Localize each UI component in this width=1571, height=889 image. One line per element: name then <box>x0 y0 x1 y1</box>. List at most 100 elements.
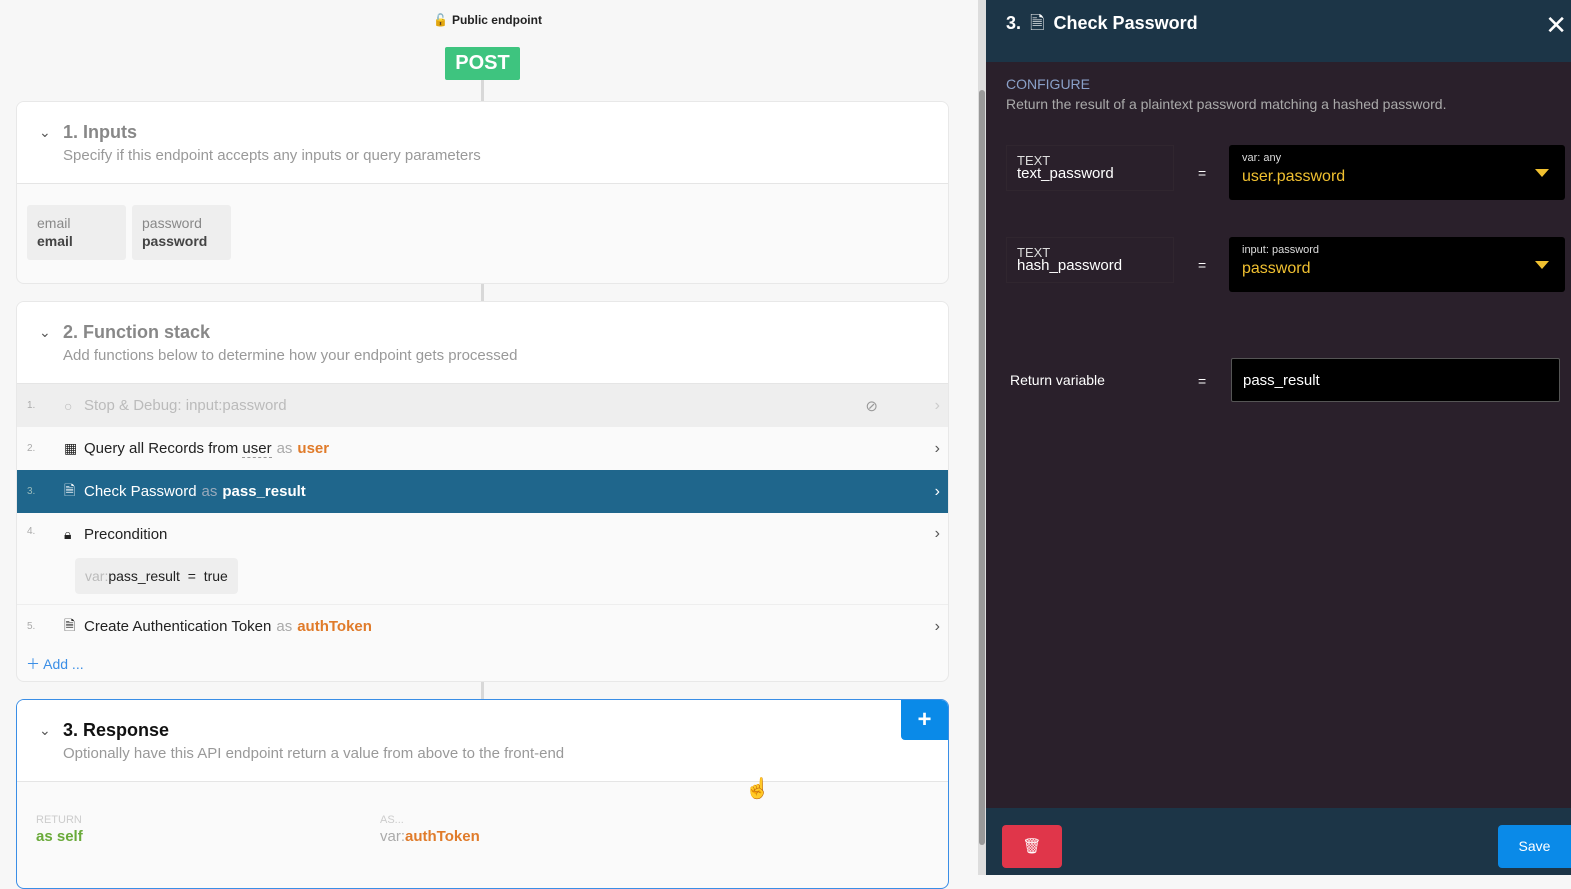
function-file-icon: 🗎 <box>64 616 76 633</box>
cond-prefix: var: <box>85 568 109 584</box>
precondition-expression[interactable]: var:pass_result = true <box>75 558 238 594</box>
text-password-select[interactable]: var: any user.password <box>1229 145 1565 200</box>
add-response-button[interactable]: + <box>901 700 948 740</box>
scrollbar-thumb[interactable] <box>979 90 985 845</box>
item-number: 5. <box>27 621 36 632</box>
chevron-down-icon[interactable]: ⌄ <box>39 722 51 739</box>
hand-cursor-icon: ☝ <box>745 778 770 800</box>
stack-item-5[interactable]: 5. 🗎 Create Authentication Token as authT… <box>17 605 948 648</box>
inputs-title: 1. Inputs <box>63 122 138 142</box>
unlock-icon: 🔓 <box>433 13 448 27</box>
scrollbar-track[interactable] <box>978 0 986 875</box>
input-type: email <box>37 215 71 231</box>
add-label: Add ... <box>43 656 84 672</box>
plus-icon: ＋ <box>26 656 40 672</box>
item-number: 2. <box>27 443 36 454</box>
as-label: as <box>276 618 293 635</box>
chevron-right-icon: › <box>934 439 940 457</box>
function-stack-header[interactable]: ⌄ 2. Function stack Add functions below … <box>17 302 948 384</box>
input-name: email <box>37 233 73 249</box>
stack-item-1[interactable]: 1. ○ Stop & Debug: input:password ⊘ › <box>17 384 948 427</box>
lock-icon: 🔒︎ <box>64 526 72 542</box>
chevron-right-icon: › <box>934 396 940 414</box>
return-variable-input[interactable] <box>1231 358 1560 402</box>
equals: = <box>1198 165 1207 181</box>
item-number: 3. <box>27 486 36 497</box>
input-chip-password[interactable]: password password <box>132 205 231 260</box>
param-text-password: TEXT text_password <box>1006 145 1174 191</box>
equals: = <box>1198 257 1207 273</box>
param-name: hash_password <box>1017 257 1123 274</box>
input-name: password <box>142 233 208 249</box>
trash-icon: 🗑 <box>1022 838 1042 855</box>
panel-header: 3. 🗎 Check Password ✕ <box>986 0 1571 62</box>
hash-password-select[interactable]: input: password password <box>1229 237 1565 292</box>
param-value: password <box>1242 260 1311 277</box>
input-chip-email[interactable]: email email <box>27 205 126 260</box>
chevron-down-icon[interactable]: ⌄ <box>39 124 51 141</box>
item-label: Stop & Debug: input:password <box>84 397 287 414</box>
panel-footer: 🗑 Save <box>986 808 1571 875</box>
function-panel: 3. 🗎 Check Password ✕ CONFIGURE Return t… <box>986 0 1571 875</box>
circle-icon: ○ <box>64 397 73 414</box>
cond-op: = <box>187 568 196 584</box>
save-button[interactable]: Save <box>1498 825 1571 868</box>
item-label: Create Authentication Token <box>84 618 272 635</box>
caret-down-icon <box>1535 169 1549 177</box>
connector <box>481 682 484 699</box>
stack-item-4[interactable]: 4. 🔒︎ Precondition › var:pass_result = t… <box>17 513 948 605</box>
alias: user <box>297 440 330 457</box>
alias: authToken <box>297 618 372 635</box>
param-source: var: any <box>1242 152 1282 164</box>
chevron-down-icon[interactable]: ⌄ <box>39 324 51 341</box>
item-label: Precondition <box>84 526 168 543</box>
add-function-button[interactable]: ＋ Add ... <box>26 654 84 674</box>
configure-heading: CONFIGURE <box>1006 76 1090 92</box>
inputs-subtitle: Specify if this endpoint accepts any inp… <box>63 147 481 164</box>
method-badge[interactable]: POST <box>445 47 520 80</box>
response-subtitle: Optionally have this API endpoint return… <box>63 745 565 762</box>
return-value[interactable]: as self <box>36 828 83 845</box>
connector <box>481 284 484 301</box>
stack-item-3-selected[interactable]: 3. 🗎 Check Password as pass_result › <box>17 470 948 513</box>
item-number: 4. <box>27 526 36 537</box>
return-label: RETURN <box>36 814 82 826</box>
item-number: 1. <box>27 400 36 411</box>
stack-subtitle: Add functions below to determine how you… <box>63 347 518 364</box>
response-title: 3. Response <box>63 720 170 740</box>
as-prefix: var: <box>380 828 406 845</box>
as-var: authToken <box>405 828 480 845</box>
item-label: Check Password <box>84 483 197 500</box>
public-endpoint[interactable]: 🔓 Public endpoint <box>433 13 542 27</box>
table-icon: ▦ <box>64 440 78 456</box>
chevron-right-icon: › <box>934 525 940 542</box>
eye-off-icon[interactable]: ⊘ <box>865 397 878 415</box>
caret-down-icon <box>1535 261 1549 269</box>
input-type: password <box>142 215 202 231</box>
chevron-right-icon: › <box>934 617 940 635</box>
as-value[interactable]: var:authToken <box>380 828 480 845</box>
panel-title: Check Password <box>1053 13 1198 33</box>
param-value: user.password <box>1242 168 1346 185</box>
chevron-right-icon: › <box>934 482 940 500</box>
delete-button[interactable]: 🗑 <box>1002 825 1062 868</box>
param-hash-password: TEXT hash_password <box>1006 237 1174 283</box>
close-icon[interactable]: ✕ <box>1545 10 1567 41</box>
inputs-header[interactable]: ⌄ 1. Inputs Specify if this endpoint acc… <box>17 102 948 184</box>
connector <box>481 80 484 101</box>
response-header[interactable]: ⌄ 3. Response Optionally have this API e… <box>17 700 948 782</box>
function-file-icon: 🗎 <box>1030 13 1045 33</box>
as-label: as <box>201 483 218 500</box>
item-label: Query all Records from <box>84 440 239 457</box>
alias: pass_result <box>222 483 306 500</box>
table-name[interactable]: user <box>242 440 272 458</box>
equals: = <box>1198 373 1207 389</box>
panel-number: 3. <box>1006 13 1022 33</box>
cond-val: true <box>203 568 228 584</box>
inputs-card: ⌄ 1. Inputs Specify if this endpoint acc… <box>16 101 949 284</box>
endpoint-canvas: 🔓 Public endpoint POST ⌄ 1. Inputs Specif… <box>0 0 978 889</box>
panel-description: Return the result of a plaintext passwor… <box>1006 96 1447 112</box>
stack-item-2[interactable]: 2. ▦ Query all Records from user as user … <box>17 427 948 470</box>
function-stack-card: ⌄ 2. Function stack Add functions below … <box>16 301 949 682</box>
as-label: as <box>276 440 293 457</box>
